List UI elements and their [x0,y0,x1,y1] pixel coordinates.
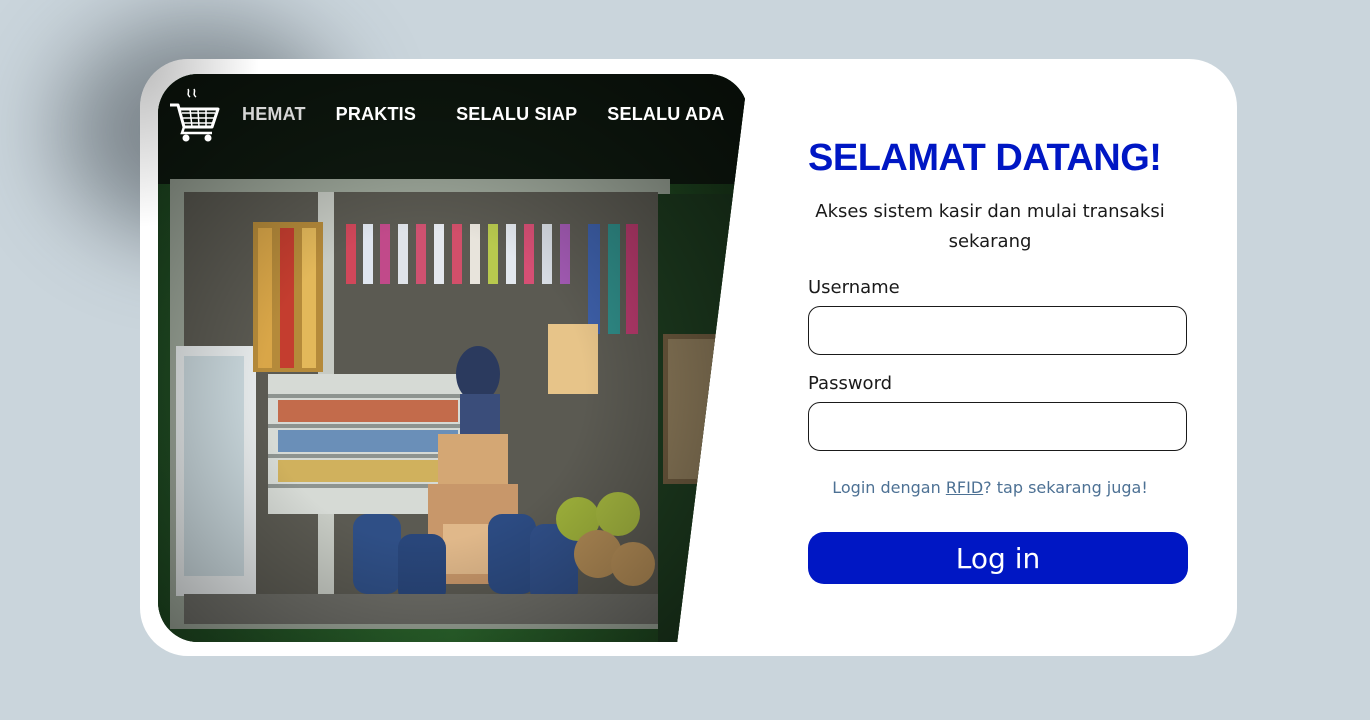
login-card: HEMAT PRAKTIS SELALU SIAP SELALU ADA SEL… [140,59,1237,656]
username-label: Username [808,277,900,298]
photo-vignette [158,74,748,642]
rfid-hint-prefix: Login dengan [832,478,946,497]
store-photo [158,74,748,642]
nav-item-hemat[interactable]: HEMAT [242,104,306,125]
nav-item-selalu-ada[interactable]: SELALU ADA [607,104,724,125]
top-nav: HEMAT PRAKTIS SELALU SIAP SELALU ADA [168,84,725,144]
login-subtitle: Akses sistem kasir dan mulai transaksi s… [815,201,1165,252]
password-label: Password [808,373,893,394]
rfid-hint-suffix: ? tap sekarang juga! [983,478,1148,497]
nav-item-selalu-siap[interactable]: SELALU SIAP [456,104,577,125]
password-input[interactable] [808,402,1187,451]
shopping-cart-icon[interactable] [168,85,222,143]
store-photo-panel: HEMAT PRAKTIS SELALU SIAP SELALU ADA [158,74,748,642]
rfid-link[interactable]: RFID [946,478,983,497]
login-button[interactable]: Log in [808,532,1188,584]
page-title: SELAMAT DATANG! [808,137,1162,179]
rfid-hint: Login dengan RFID? tap sekarang juga! [808,478,1172,497]
username-input[interactable] [808,306,1187,355]
nav-item-praktis[interactable]: PRAKTIS [336,104,416,125]
